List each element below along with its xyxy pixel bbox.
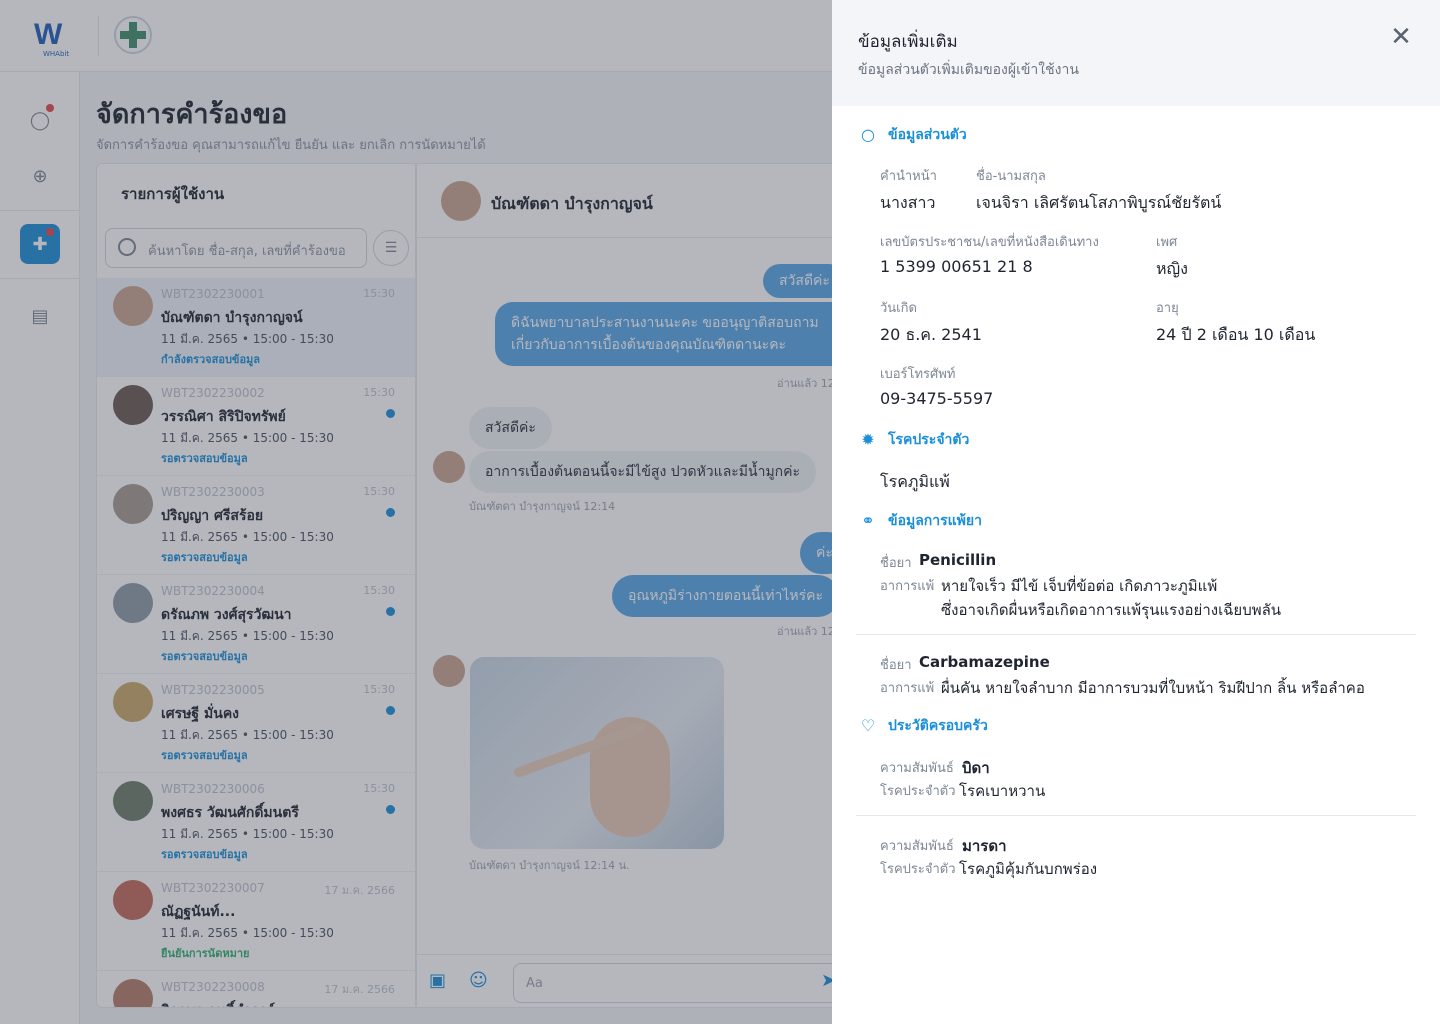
section-family: ♡ ประวัติครอบครัว: [858, 715, 988, 737]
phone-value: 09-3475-5597: [880, 389, 994, 408]
prefix-value: นางสาว: [880, 193, 936, 212]
symptom-value: ผื่นคัน หายใจลำบาก มีอาการบวมที่ใบหน้า ร…: [941, 679, 1365, 697]
drawer-subtitle: ข้อมูลส่วนตัวเพิ่มเติมของผู้เข้าใช้งาน: [858, 62, 1079, 78]
drawer-title: ข้อมูลเพิ่มเติม: [858, 32, 958, 52]
relation-value: บิดา: [962, 759, 990, 777]
drug-name: Carbamazepine: [919, 653, 1050, 671]
id-label: เลขบัตรประชาชน/เลขที่หนังสือเดินทาง: [880, 235, 1099, 250]
prefix-label: คำนำหน้า: [880, 169, 937, 184]
divider: [856, 815, 1416, 816]
fullname-value: เจนจิรา เลิศรัตนโสภาพิบูรณ์ชัยรัตน์: [976, 193, 1222, 212]
symptom-value: ซึ่งอาจเกิดผื่นหรือเกิดอาการแพ้รุนแรงอย่…: [941, 601, 1282, 619]
drawer-header: ข้อมูลเพิ่มเติม ข้อมูลส่วนตัวเพิ่มเติมขอ…: [832, 0, 1440, 106]
family-heart-icon: ♡: [860, 716, 876, 735]
gender-value: หญิง: [1156, 259, 1188, 278]
section-heading: ข้อมูลส่วนตัว: [888, 127, 967, 143]
age-label: อายุ: [1156, 301, 1179, 316]
disease-label: โรคประจำตัว: [880, 784, 956, 799]
id-value: 1 5399 00651 21 8: [880, 257, 1033, 276]
age-value: 24 ปี 2 เดือน 10 เดือน: [1156, 325, 1316, 344]
modal-backdrop[interactable]: [0, 0, 832, 1024]
shield-virus-icon: ✹: [861, 430, 875, 449]
section-chronic: ✹ โรคประจำตัว: [858, 429, 969, 451]
dob-label: วันเกิด: [880, 301, 917, 316]
drug-label: ชื่อยา: [880, 658, 912, 673]
symptom-value: หายใจเร็ว มีไข้ เจ็บที่ข้อต่อ เกิดภาวะภู…: [941, 577, 1218, 595]
section-heading: ประวัติครอบครัว: [888, 718, 988, 734]
disease-value: โรคภูมิคุ้มกันบกพร่อง: [959, 860, 1098, 878]
divider: [856, 634, 1416, 635]
pill-icon: ⚭: [861, 511, 875, 530]
close-icon[interactable]: ✕: [1386, 22, 1416, 52]
section-heading: ข้อมูลการแพ้ยา: [888, 513, 982, 529]
fullname-label: ชื่อ-นามสกุล: [976, 169, 1046, 184]
disease-value: โรคเบาหวาน: [959, 782, 1046, 800]
section-allergy: ⚭ ข้อมูลการแพ้ยา: [858, 510, 982, 532]
info-drawer: ข้อมูลเพิ่มเติม ข้อมูลส่วนตัวเพิ่มเติมขอ…: [832, 0, 1440, 1024]
relation-label: ความสัมพันธ์: [880, 839, 954, 854]
drug-name: Penicillin: [919, 551, 997, 569]
phone-label: เบอร์โทรศัพท์: [880, 367, 956, 382]
drug-label: ชื่อยา: [880, 556, 912, 571]
dob-value: 20 ธ.ค. 2541: [880, 325, 982, 344]
relation-value: มารดา: [962, 837, 1007, 855]
section-personal: ○ ข้อมูลส่วนตัว: [858, 124, 967, 146]
disease-label: โรคประจำตัว: [880, 862, 956, 877]
symptom-label: อาการแพ้: [880, 579, 935, 594]
chronic-value: โรคภูมิแพ้: [880, 472, 950, 491]
gender-label: เพศ: [1156, 235, 1178, 250]
symptom-label: อาการแพ้: [880, 681, 935, 696]
user-icon: ○: [861, 125, 875, 144]
section-heading: โรคประจำตัว: [888, 432, 970, 448]
relation-label: ความสัมพันธ์: [880, 761, 954, 776]
